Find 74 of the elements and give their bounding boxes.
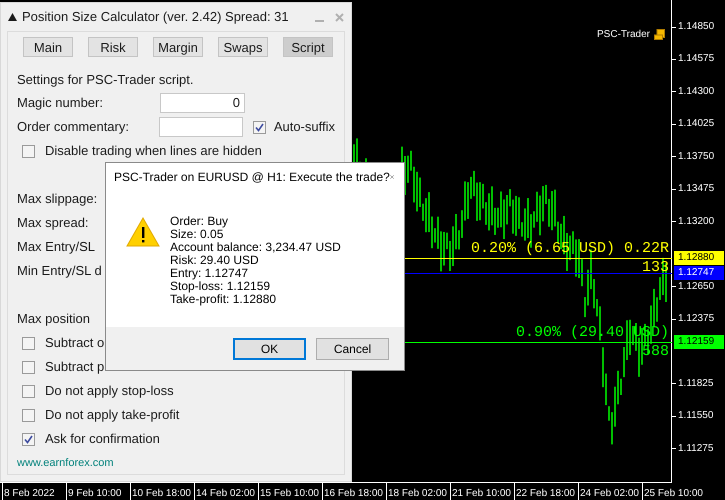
checkbox-label: Subtract p	[45, 358, 104, 376]
intro-text: Settings for PSC-Trader script.	[17, 71, 195, 90]
order-detail: Entry: 1.12747	[170, 267, 250, 280]
input-field[interactable]	[158, 117, 243, 137]
time-label: 25 Feb 10:00	[643, 487, 703, 500]
checkbox[interactable]	[22, 432, 35, 446]
time-label: 24 Feb 02:00	[579, 487, 639, 500]
field-label: Magic number:	[17, 94, 104, 112]
checkbox[interactable]	[22, 384, 35, 398]
price-label: 1.12375	[678, 313, 714, 326]
field-label: Min Entry/SL d	[17, 262, 102, 280]
price-label: 1.12650	[678, 280, 714, 293]
checkbox-label: Disable trading when lines are hidden	[45, 142, 262, 160]
chart-label: PSC-Trader	[597, 28, 650, 42]
checkbox[interactable]	[252, 120, 266, 134]
time-label: 14 Feb 02:00	[195, 487, 255, 500]
time-label: 22 Feb 18:00	[515, 487, 575, 500]
checkbox[interactable]	[22, 336, 35, 350]
tab[interactable]: Script	[283, 37, 333, 57]
dialog-title: PSC-Trader on EURUSD @ H1: Execute the trade?	[114, 169, 390, 186]
time-label: 9 Feb 10:00	[67, 487, 122, 500]
script-icon	[654, 29, 665, 40]
warning-icon	[126, 217, 160, 247]
time-label: 15 Feb 10:00	[259, 487, 319, 500]
field-label: Max Entry/SL	[17, 238, 96, 256]
time-label: 10 Feb 18:00	[131, 487, 191, 500]
price-label: 1.14025	[678, 118, 714, 130]
order-detail: Size: 0.05	[170, 228, 224, 241]
input-field[interactable]: 0	[160, 93, 245, 113]
order-detail: Account balance: 3,234.47 USD	[170, 241, 341, 254]
tab[interactable]: Swaps	[218, 37, 268, 57]
tab[interactable]: Risk	[88, 37, 138, 57]
level-points: 588	[642, 344, 669, 360]
checkbox-label: Do not apply take-profit	[45, 406, 180, 424]
field-label: Max position	[17, 310, 90, 328]
tab[interactable]: Main	[23, 37, 73, 57]
panel-title: Position Size Calculator (ver. 2.42) Spread: 31	[22, 8, 289, 26]
checkbox[interactable]	[22, 144, 35, 158]
time-label: 16 Feb 18:00	[323, 487, 383, 500]
check-icon	[254, 122, 264, 132]
price-tag: 1.12159	[674, 335, 724, 349]
price-tag: 1.12880	[674, 251, 724, 265]
order-detail: Risk: 29.40 USD	[170, 254, 260, 267]
check-icon	[24, 434, 33, 444]
checkbox-label: Auto-suffix	[274, 118, 335, 136]
price-label: 1.13475	[678, 183, 714, 196]
tab[interactable]: Margin	[153, 37, 203, 57]
field-label: Max spread:	[17, 214, 89, 232]
price-label: 1.11275	[678, 442, 714, 455]
price-label: 1.13200	[678, 216, 714, 228]
checkbox[interactable]	[22, 360, 35, 374]
price-label: 1.14850	[678, 21, 714, 33]
dialog-button[interactable]: Cancel	[316, 338, 389, 360]
checkbox-label: Ask for confirmation	[45, 430, 160, 448]
checkbox[interactable]	[22, 408, 35, 422]
order-detail: Stop-loss: 1.12159	[170, 280, 272, 293]
price-label: 1.13750	[678, 150, 714, 163]
collapse-icon[interactable]	[8, 13, 17, 21]
price-tag: 1.12747	[674, 266, 724, 280]
field-label: Max slippage:	[17, 190, 98, 208]
price-label: 1.14575	[678, 53, 714, 66]
price-label: 1.14300	[678, 86, 714, 98]
time-label: 18 Feb 02:00	[387, 487, 447, 500]
time-label: 8 Feb 2022	[3, 487, 55, 500]
price-label: 1.11825	[678, 378, 714, 390]
website-link[interactable]: www.earnforex.com	[17, 455, 335, 472]
checkbox-label: Do not apply stop-loss	[45, 382, 174, 400]
checkbox-label: Subtract o	[45, 334, 104, 352]
order-detail: Order: Buy	[170, 215, 230, 228]
dialog-button[interactable]: OK	[233, 338, 306, 360]
field-label: Order commentary:	[17, 118, 130, 136]
time-label: 21 Feb 10:00	[451, 487, 511, 500]
price-label: 1.11550	[678, 410, 714, 422]
order-detail: Take-profit: 1.12880	[170, 293, 278, 306]
